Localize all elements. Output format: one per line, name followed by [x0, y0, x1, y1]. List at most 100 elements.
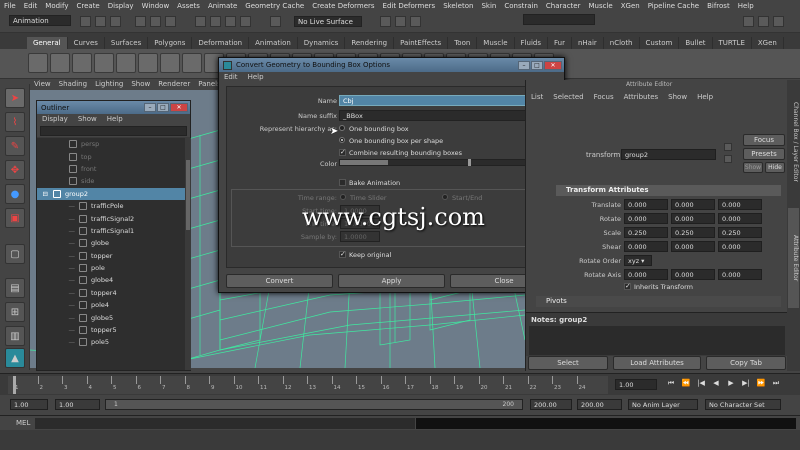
live-surface-field[interactable]: No Live Surface [294, 16, 362, 27]
transform-attributes-header[interactable]: Transform Attributes [556, 185, 781, 196]
scale-x[interactable]: 0.250 [624, 227, 668, 238]
menu-create-deformers[interactable]: Create Deformers [308, 2, 378, 10]
tab-fluids[interactable]: Fluids [515, 37, 548, 49]
tab-curves[interactable]: Curves [68, 37, 105, 49]
anim-layer-dropdown[interactable]: No Anim Layer [628, 399, 698, 410]
tab-turtle[interactable]: TURTLE [713, 37, 752, 49]
tab-bullet[interactable]: Bullet [679, 37, 713, 49]
translate-y[interactable]: 0.000 [671, 199, 715, 210]
dialog-menu-edit[interactable]: Edit [219, 72, 243, 83]
rotate-axis-x[interactable]: 0.000 [624, 269, 668, 280]
outliner-item-pole4[interactable]: — pole4 [37, 299, 185, 311]
slider-handle[interactable] [468, 159, 471, 166]
menu-muscle[interactable]: Muscle [584, 2, 616, 10]
outliner-item-globe[interactable]: — globe [37, 237, 185, 249]
maximize-icon[interactable]: □ [157, 103, 169, 112]
layout-four-icon[interactable]: ⊞ [5, 302, 25, 322]
toggle-attribute-editor-icon[interactable] [758, 16, 769, 27]
paint-select-icon[interactable]: ✎ [5, 136, 25, 156]
lasso-tool-icon[interactable]: ⌇ [5, 112, 25, 132]
viewport-menu-shading[interactable]: Shading [55, 80, 91, 90]
new-scene-icon[interactable] [80, 16, 91, 27]
history-icon[interactable] [270, 16, 281, 27]
outliner-search-input[interactable] [40, 126, 187, 136]
menu-skin[interactable]: Skin [477, 2, 500, 10]
go-to-output-icon[interactable] [724, 155, 732, 163]
play-back-icon[interactable]: ◀ [710, 379, 722, 388]
cylinder-icon[interactable] [182, 53, 202, 73]
snap-curve-icon[interactable] [210, 16, 221, 27]
rotate-axis-z[interactable]: 0.000 [718, 269, 762, 280]
quick-search-input[interactable] [523, 14, 595, 25]
outliner-item-topper[interactable]: — topper [37, 250, 185, 262]
pencil-curve-icon[interactable] [94, 53, 114, 73]
ae-menu-attributes[interactable]: Attributes [619, 93, 664, 104]
maximize-icon[interactable]: □ [531, 60, 543, 70]
outliner-item-pole[interactable]: — pole [37, 262, 185, 274]
suffix-field[interactable]: _BBox [339, 110, 553, 121]
open-scene-icon[interactable] [95, 16, 106, 27]
snap-grid-icon[interactable] [195, 16, 206, 27]
viewport-menu-view[interactable]: View [30, 80, 55, 90]
arc-icon[interactable] [116, 53, 136, 73]
start-frame-field[interactable]: 1.00 [10, 399, 48, 410]
viewport-menu-show[interactable]: Show [127, 80, 154, 90]
dialog-menu-help[interactable]: Help [243, 72, 269, 83]
outliner-item-side[interactable]: side [37, 175, 185, 187]
channel-box-tab[interactable]: Channel Box / Layer Editor [788, 82, 799, 202]
time-slider[interactable]: 1 2 3 4 5 6 7 8 9 10 11 12 13 14 15 16 17 18 19 20 21 22 23 24 … [0, 373, 800, 395]
range-bar[interactable]: 1 200 [105, 399, 523, 410]
bake-checkbox[interactable] [339, 179, 346, 186]
toggle-channel-box-icon[interactable] [743, 16, 754, 27]
rotate-x[interactable]: 0.000 [624, 213, 668, 224]
focus-button[interactable]: Focus [743, 134, 785, 146]
layout-single-icon[interactable]: ▤ [5, 278, 25, 298]
tab-xgen[interactable]: XGen [752, 37, 784, 49]
one-bbox-radio[interactable] [339, 125, 345, 131]
last-tool-icon[interactable]: ▢ [5, 244, 25, 264]
menu-constrain[interactable]: Constrain [500, 2, 542, 10]
notes-textarea[interactable] [529, 326, 785, 355]
sphere-icon[interactable] [138, 53, 158, 73]
menu-character[interactable]: Character [542, 2, 585, 10]
menu-geometry-cache[interactable]: Geometry Cache [241, 2, 308, 10]
ep-curve-icon[interactable] [72, 53, 92, 73]
next-key-icon[interactable]: ▶| [740, 379, 752, 388]
menu-create[interactable]: Create [72, 2, 103, 10]
outliner-item-trafficsignal1[interactable]: — trafficSignal1 [37, 225, 185, 237]
pivots-header[interactable]: Pivots [536, 296, 781, 307]
cv-curve-icon[interactable] [50, 53, 70, 73]
apply-button[interactable]: Apply [338, 274, 445, 288]
ae-menu-show[interactable]: Show [663, 93, 692, 104]
shear-y[interactable]: 0.000 [671, 241, 715, 252]
outliner-item-trafficpole[interactable]: — trafficPole [37, 200, 185, 212]
pick-icon[interactable] [28, 53, 48, 73]
ae-menu-list[interactable]: List [526, 93, 548, 104]
select-object-icon[interactable] [150, 16, 161, 27]
cube-icon[interactable] [160, 53, 180, 73]
current-frame-field[interactable]: 1.00 [615, 379, 657, 390]
tab-animation[interactable]: Animation [249, 37, 298, 49]
translate-z[interactable]: 0.000 [718, 199, 762, 210]
outliner-item-trafficsignal2[interactable]: — trafficSignal2 [37, 212, 185, 224]
tab-muscle[interactable]: Muscle [477, 37, 515, 49]
go-end-icon[interactable]: ⏭ [770, 379, 782, 388]
ipr-render-icon[interactable] [395, 16, 406, 27]
menu-animate[interactable]: Animate [204, 2, 241, 10]
ae-menu-focus[interactable]: Focus [589, 93, 619, 104]
prev-key-icon[interactable]: |◀ [695, 379, 707, 388]
character-set-dropdown[interactable]: No Character Set [705, 399, 781, 410]
tab-ncloth[interactable]: nCloth [604, 37, 640, 49]
tab-dynamics[interactable]: Dynamics [298, 37, 346, 49]
step-back-icon[interactable]: ⏪ [680, 379, 692, 388]
viewport-menu-lighting[interactable]: Lighting [91, 80, 127, 90]
sample-by-field[interactable]: 1.0000 [340, 231, 380, 242]
dialog-title-bar[interactable]: Convert Geometry to Bounding Box Options… [219, 58, 564, 72]
menu-window[interactable]: Window [138, 2, 174, 10]
outliner-title-bar[interactable]: Outliner – □ ✕ [37, 101, 190, 114]
scale-tool-icon[interactable]: ▣ [5, 208, 25, 228]
outliner-item-pole5[interactable]: — pole5 [37, 336, 185, 348]
menu-pipeline-cache[interactable]: Pipeline Cache [644, 2, 703, 10]
menu-edit[interactable]: Edit [20, 2, 42, 10]
tab-polygons[interactable]: Polygons [148, 37, 193, 49]
